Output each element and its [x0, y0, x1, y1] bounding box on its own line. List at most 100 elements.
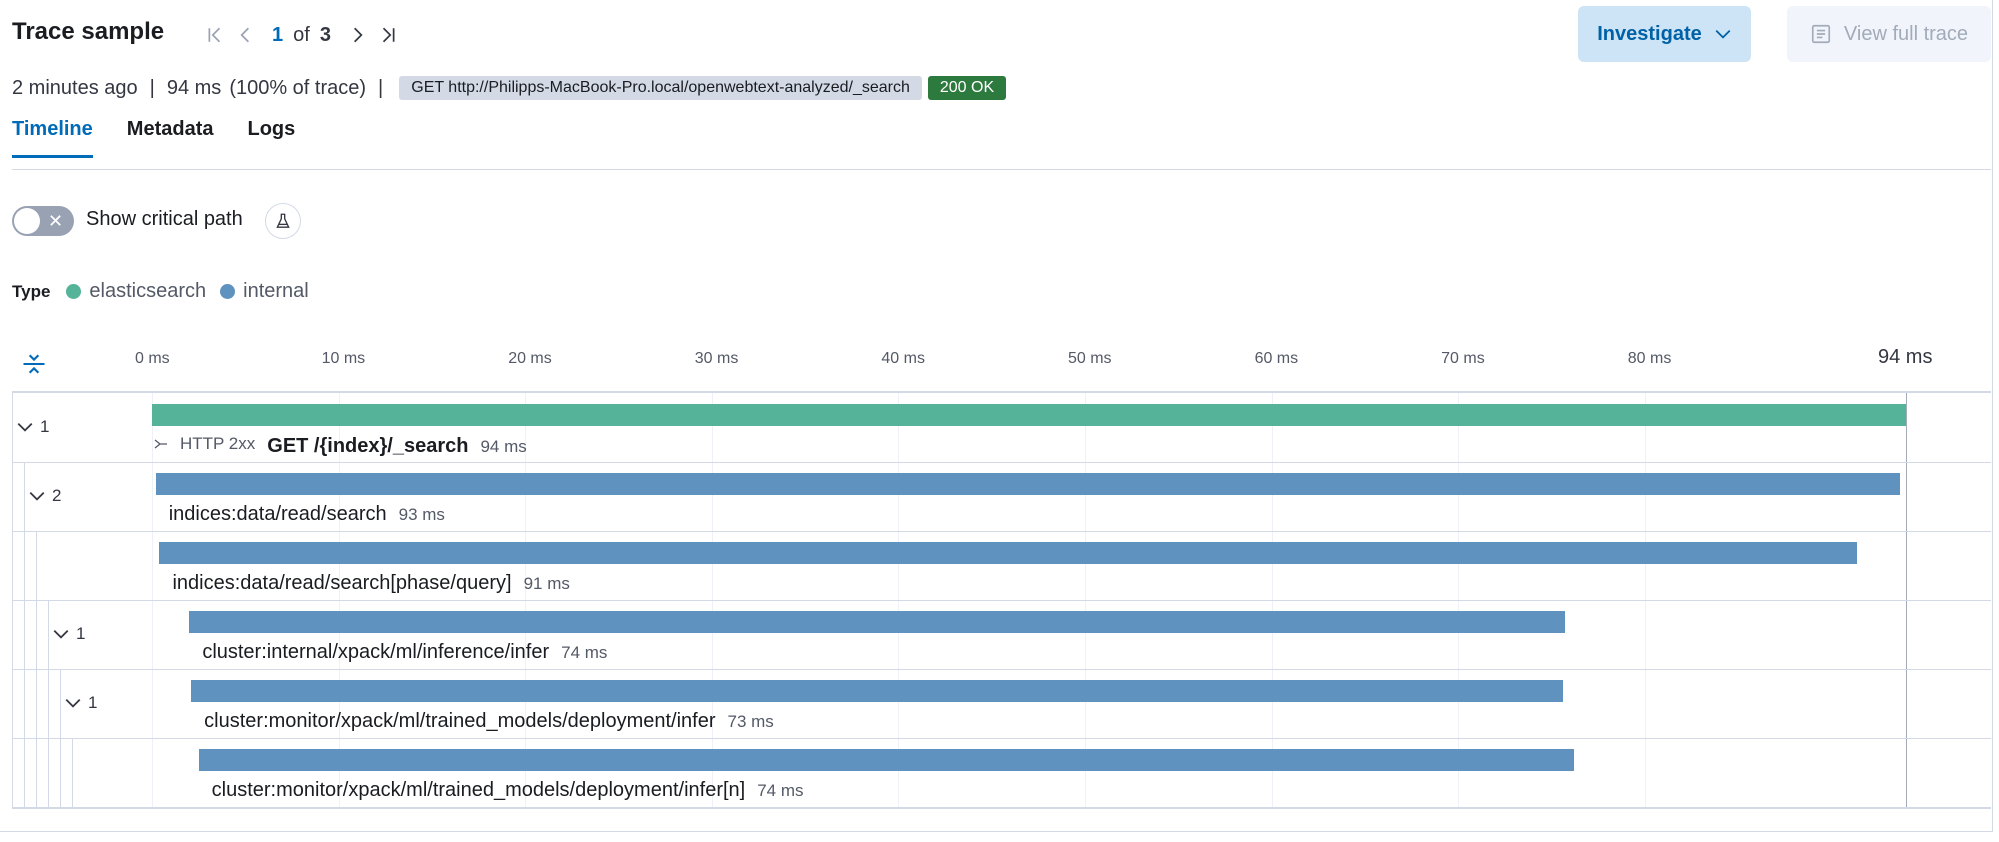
panel-border-bottom	[0, 831, 1992, 832]
http-status-text: HTTP 2xx	[180, 434, 256, 453]
expand-toggle[interactable]: 2	[28, 486, 61, 506]
waterfall-row[interactable]: indices:data/read/search[phase/query] 91 …	[12, 531, 1991, 601]
chevron-down-icon	[65, 698, 81, 708]
http-status: HTTP 2xx	[152, 434, 255, 454]
tab-divider	[12, 169, 1991, 170]
legend-swatch	[66, 284, 82, 299]
tab-metadata[interactable]: Metadata	[127, 118, 214, 158]
indent-guide	[48, 669, 49, 738]
indent-guide	[24, 738, 25, 807]
waterfall-bottom-border	[12, 808, 1991, 809]
switch-knob	[14, 208, 40, 234]
trace-summary: 2 minutes ago | 94 ms (100% of trace) | …	[12, 76, 1007, 100]
type-legend: Type elasticsearch internal	[12, 280, 323, 303]
waterfall-row[interactable]: 1 cluster:internal/xpack/ml/inference/inf…	[12, 600, 1991, 670]
span-label[interactable]: cluster:internal/xpack/ml/inference/infe…	[202, 641, 607, 664]
legend-item-elasticsearch: elasticsearch	[66, 280, 206, 303]
document-icon	[1811, 24, 1830, 44]
waterfall-row[interactable]: 2 indices:data/read/search 93 ms	[12, 462, 1991, 532]
current-page[interactable]: 1	[272, 24, 283, 47]
time-ago: 2 minutes ago	[12, 76, 138, 99]
first-page-button[interactable]	[200, 20, 230, 50]
legend-label: elasticsearch	[89, 280, 207, 302]
fold-icon	[23, 354, 45, 374]
merge-icon	[154, 439, 167, 449]
beta-badge[interactable]	[265, 203, 301, 239]
expand-toggle[interactable]: 1	[64, 693, 97, 713]
span-label[interactable]: cluster:monitor/xpack/ml/trained_models/…	[212, 779, 804, 802]
indent-guide	[60, 669, 61, 738]
indent-guide	[36, 531, 37, 600]
waterfall-row[interactable]: 1 cluster:monitor/xpack/ml/trained_models…	[12, 669, 1991, 739]
legend-item-internal: internal	[220, 280, 309, 303]
indent-guide	[24, 462, 25, 531]
axis-tick-label: 20 ms	[508, 350, 552, 367]
critical-path-switch[interactable]: ✕	[12, 206, 74, 236]
legend-title: Type	[12, 281, 51, 301]
indent-guide	[60, 738, 61, 807]
previous-page-button[interactable]	[230, 20, 260, 50]
page-of-label: of	[293, 23, 310, 46]
span-label[interactable]: cluster:monitor/xpack/ml/trained_models/…	[204, 710, 774, 733]
tab-logs[interactable]: Logs	[247, 118, 295, 158]
waterfall-row[interactable]: 1 HTTP 2xx GET /{index}/_search 94 ms	[12, 393, 1991, 463]
legend-label: internal	[243, 280, 309, 302]
total-pages[interactable]: 3	[320, 24, 331, 47]
span-duration: 94 ms	[480, 437, 527, 456]
axis-tick-label: 50 ms	[1067, 350, 1112, 367]
panel-border-right	[1992, 0, 1993, 832]
tab-timeline[interactable]: Timeline	[12, 118, 93, 158]
span-duration: 93 ms	[398, 505, 445, 524]
cross-icon: ✕	[48, 211, 64, 231]
indent-guide	[12, 393, 13, 462]
expand-toggle[interactable]: 1	[52, 624, 85, 644]
axis-end-label: 94 ms	[1878, 346, 1933, 368]
span-name: cluster:internal/xpack/ml/inference/infe…	[202, 641, 550, 663]
span-bar[interactable]	[191, 680, 1563, 702]
view-full-trace-button[interactable]: View full trace	[1787, 6, 1991, 62]
indent-guide	[12, 531, 13, 600]
indent-guide	[12, 669, 13, 738]
next-page-button[interactable]	[343, 20, 373, 50]
waterfall-row[interactable]: cluster:monitor/xpack/ml/trained_models/…	[12, 738, 1991, 808]
span-bar[interactable]	[159, 542, 1858, 564]
investigate-label: Investigate	[1597, 22, 1702, 45]
axis-tick-label: 80 ms	[1627, 350, 1672, 367]
indent-guide	[48, 600, 49, 669]
span-label[interactable]: indices:data/read/search 93 ms	[169, 503, 445, 526]
collapse-all-button[interactable]	[20, 350, 48, 378]
expand-toggle[interactable]: 1	[16, 417, 49, 437]
double-chevron-left-icon	[208, 27, 221, 43]
span-bar[interactable]	[189, 611, 1565, 633]
indent-guide	[36, 669, 37, 738]
page-title: Trace sample	[12, 18, 165, 45]
axis-tick-label: 10 ms	[321, 350, 366, 367]
indent-guide	[24, 531, 25, 600]
percent-of-trace: (100% of trace)	[229, 76, 367, 99]
span-name: GET /{index}/_search	[267, 435, 469, 457]
chevron-right-icon	[353, 27, 363, 43]
chevron-left-icon	[240, 27, 249, 43]
span-duration: 74 ms	[757, 781, 804, 800]
indent-guide	[36, 738, 37, 807]
beaker-icon	[276, 213, 290, 228]
double-chevron-right-icon	[382, 27, 395, 43]
span-bar[interactable]	[198, 749, 1574, 771]
span-name: cluster:monitor/xpack/ml/trained_models/…	[211, 779, 746, 801]
last-page-button[interactable]	[373, 20, 403, 50]
span-label[interactable]: indices:data/read/search[phase/query] 91 …	[172, 572, 569, 595]
span-bar[interactable]	[155, 473, 1901, 495]
chevron-down-icon	[29, 491, 45, 501]
indent-guide	[12, 462, 13, 531]
request-url-badge: GET http://Philipps-MacBook-Pro.local/op…	[399, 76, 922, 100]
span-duration: 73 ms	[727, 712, 774, 731]
axis-tick-label: 40 ms	[881, 350, 925, 367]
span-duration: 91 ms	[523, 574, 570, 593]
chevron-down-icon	[1715, 29, 1731, 39]
investigate-button[interactable]: Investigate	[1578, 6, 1751, 62]
span-bar[interactable]	[152, 404, 1906, 426]
indent-guide	[36, 600, 37, 669]
child-count: 1	[88, 693, 98, 712]
span-duration: 74 ms	[561, 643, 608, 662]
span-label[interactable]: HTTP 2xx GET /{index}/_search 94 ms	[152, 434, 527, 458]
